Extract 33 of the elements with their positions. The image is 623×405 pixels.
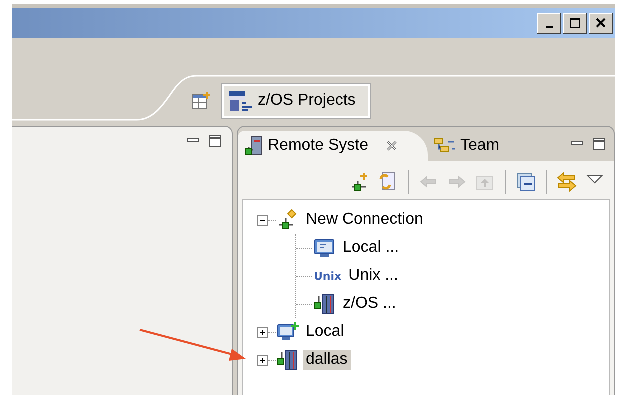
perspective-button[interactable]: z/OS Projects: [222, 84, 370, 118]
unix-label-icon: Unix: [314, 270, 342, 282]
tree-item[interactable]: Local: [303, 322, 348, 342]
maximize-icon[interactable]: [208, 134, 222, 148]
server-icon: [244, 136, 264, 156]
team-icon: [434, 138, 456, 154]
tree-item[interactable]: z/OS ...: [340, 294, 400, 314]
minimize-icon: [546, 26, 552, 28]
collapse-all-icon[interactable]: [515, 171, 537, 193]
monitor-icon: [314, 237, 336, 259]
tree-item[interactable]: New Connection: [303, 210, 426, 230]
maximize-icon[interactable]: [592, 137, 606, 151]
close-icon: [595, 17, 607, 29]
minimize-button[interactable]: [537, 12, 561, 34]
view-tab[interactable]: Team: [428, 131, 510, 161]
maximize-button[interactable]: [563, 12, 587, 34]
maximize-icon: [569, 17, 581, 29]
expand-toggle[interactable]: [257, 326, 268, 338]
server-icon: [314, 293, 336, 315]
tree-item[interactable]: Local ...: [340, 238, 402, 258]
new-connection-icon: [277, 209, 299, 231]
projects-icon: [228, 90, 254, 112]
collapse-toggle[interactable]: [257, 214, 268, 226]
view-tab[interactable]: Remote Syste: [238, 131, 428, 161]
server-icon: [277, 349, 299, 371]
close-button[interactable]: [589, 12, 613, 34]
close-icon[interactable]: [386, 140, 398, 152]
tree-item[interactable]: Unix ...: [346, 266, 402, 286]
expand-toggle[interactable]: [257, 354, 268, 366]
link-arrows-icon[interactable]: [556, 171, 578, 193]
open-perspective-icon[interactable]: [192, 91, 212, 111]
monitor-icon: [277, 321, 299, 343]
tree-item[interactable]: dallas: [303, 350, 351, 370]
